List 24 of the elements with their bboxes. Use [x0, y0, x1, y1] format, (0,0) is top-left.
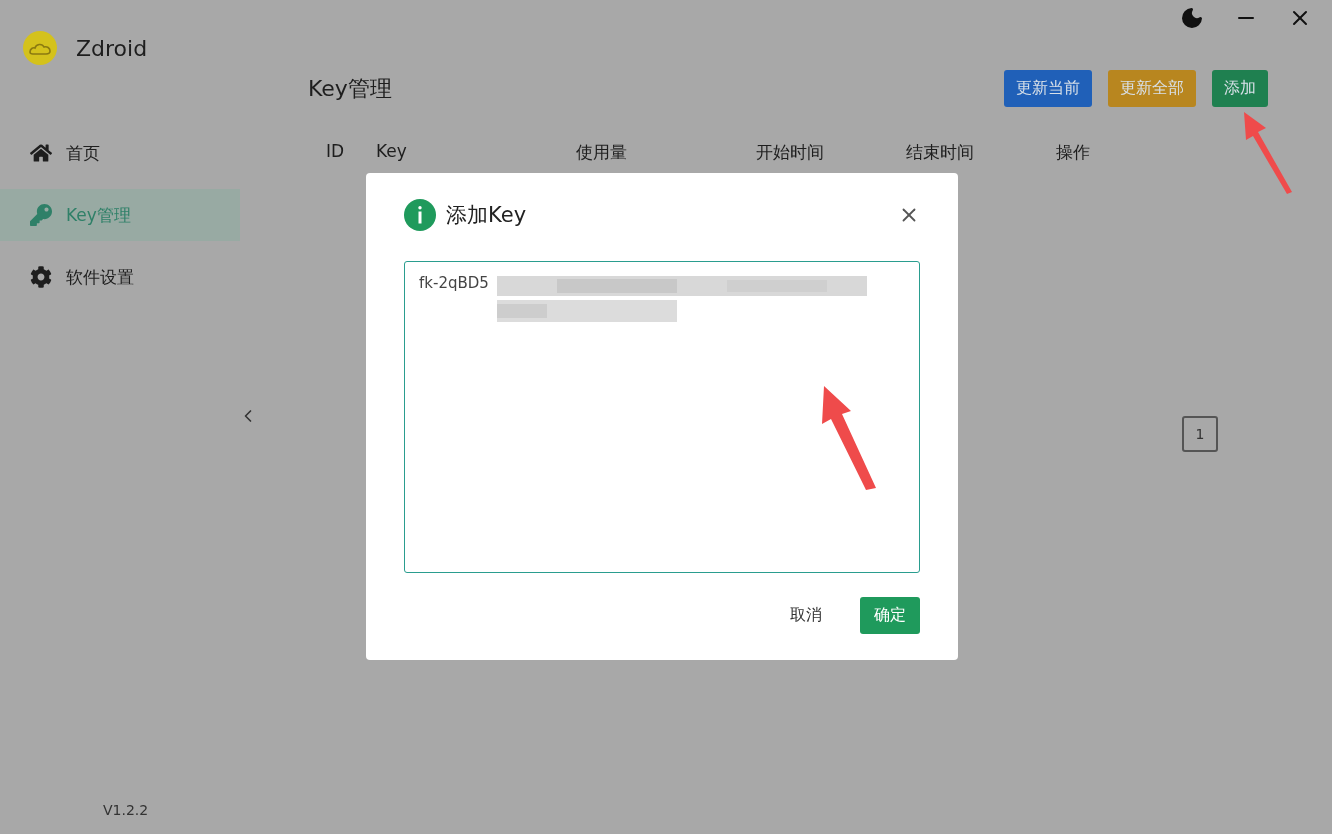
dark-mode-icon[interactable]	[1180, 6, 1204, 30]
info-icon	[404, 199, 436, 231]
column-header: 操作	[1056, 141, 1091, 164]
sidebar-item[interactable]: 首页	[0, 127, 240, 179]
version-label: V1.2.2	[103, 802, 149, 818]
toolbar-button[interactable]: 更新当前	[1004, 70, 1092, 107]
column-header: 结束时间	[906, 141, 975, 164]
column-header: ID	[326, 141, 346, 163]
key-input-field[interactable]: fk-2qBD5	[404, 261, 920, 573]
confirm-button[interactable]: 确定	[860, 597, 920, 634]
page-button[interactable]: 1	[1182, 416, 1218, 452]
gear-icon	[30, 266, 52, 288]
dialog-title: 添加Key	[446, 202, 528, 229]
column-header: 使用量	[576, 141, 628, 164]
sidebar-item[interactable]: 软件设置	[0, 251, 240, 303]
home-icon	[30, 142, 52, 164]
cloud-logo-icon	[22, 30, 58, 66]
toolbar-button[interactable]: 添加	[1212, 70, 1268, 107]
key-icon	[30, 204, 52, 226]
column-header: 开始时间	[756, 141, 825, 164]
cancel-button[interactable]: 取消	[776, 597, 836, 634]
page-title: Key管理	[308, 74, 392, 103]
app-name: Zdroid	[76, 35, 148, 61]
column-header: Key	[376, 141, 408, 163]
